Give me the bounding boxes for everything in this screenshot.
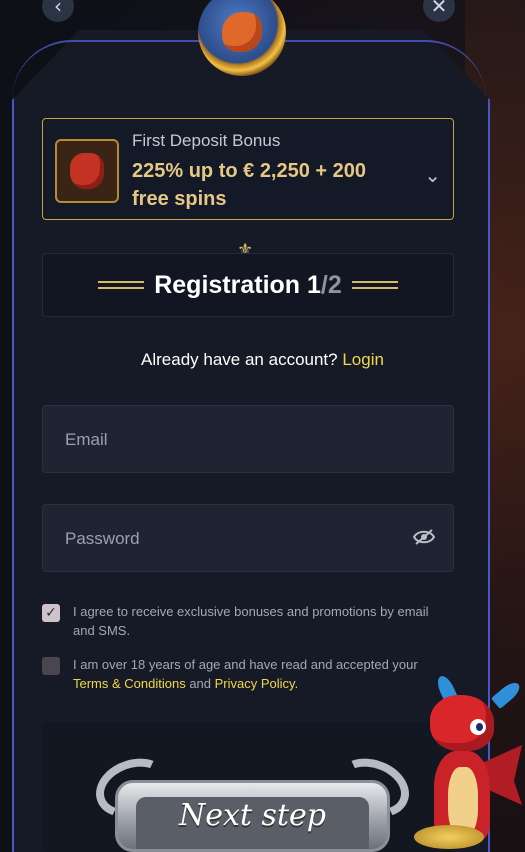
consent-age-text-main: I am over 18 years of age and have read … (73, 657, 418, 672)
password-input[interactable] (63, 505, 407, 573)
consent-promotions-text: I agree to receive exclusive bonuses and… (73, 604, 429, 638)
login-link[interactable]: Login (342, 350, 384, 369)
dragon-mascot (404, 673, 525, 852)
money-bag-icon (70, 153, 104, 189)
registration-title: Registration 1 (154, 270, 321, 299)
consent-promotions: ✓ I agree to receive exclusive bonuses a… (42, 602, 442, 640)
next-step-button[interactable]: Next step (87, 748, 418, 852)
decor-lines-left (98, 278, 145, 292)
mascot-horn-right (491, 678, 523, 710)
terms-link[interactable]: Terms & Conditions (73, 676, 186, 691)
gold-coins (414, 825, 484, 849)
consent-and: and (185, 676, 215, 691)
mascot-eye (470, 719, 486, 735)
bonus-amount: 225% up to € 2,250 + 200 free spins (132, 160, 367, 210)
email-field[interactable] (42, 405, 454, 474)
consent-age-terms: I am over 18 years of age and have read … (42, 655, 442, 693)
dragon-icon (222, 12, 262, 52)
chevron-down-icon[interactable]: ⌄ (424, 163, 441, 187)
back-button[interactable]: ‹ (42, 0, 74, 22)
consent-promotions-checkbox[interactable]: ✓ (42, 604, 60, 622)
close-button[interactable]: ✕ (423, 0, 455, 22)
chevron-left-icon: ‹ (54, 0, 62, 18)
account-prompt: Already have an account? Login (0, 350, 525, 370)
consent-age-text: I am over 18 years of age and have read … (73, 655, 442, 693)
bonus-icon-frame (55, 139, 119, 203)
registration-header: Registration 1/2 (42, 253, 454, 317)
bonus-title: First Deposit Bonus (132, 131, 281, 150)
registration-step-separator: / (320, 270, 328, 299)
next-step-label: Next step (179, 798, 326, 833)
close-icon: ✕ (430, 0, 448, 18)
consent-age-checkbox[interactable] (42, 657, 60, 675)
bonus-card[interactable]: First Deposit Bonus 225% up to € 2,250 +… (42, 118, 454, 220)
password-field[interactable] (42, 504, 454, 573)
eye-off-icon[interactable] (413, 529, 435, 545)
privacy-link[interactable]: Privacy Policy. (215, 676, 299, 691)
account-prompt-text: Already have an account? (141, 350, 343, 369)
decor-lines-right (351, 278, 398, 292)
email-input[interactable] (63, 406, 407, 474)
registration-step-total: 2 (327, 270, 342, 299)
